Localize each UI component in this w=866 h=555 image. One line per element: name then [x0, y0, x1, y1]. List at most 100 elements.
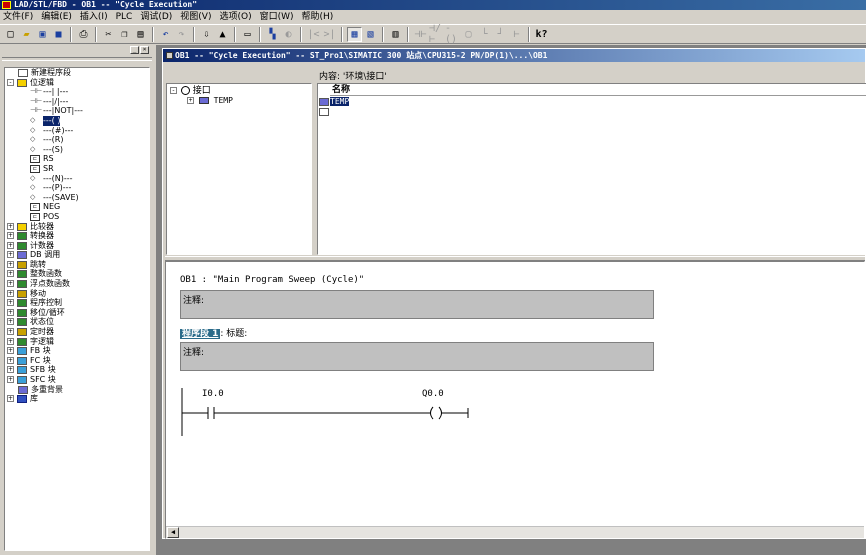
- toggle-icon[interactable]: ◐: [281, 27, 296, 42]
- back-icon[interactable]: |<: [306, 27, 321, 42]
- contact-address[interactable]: I0.0: [202, 389, 224, 399]
- cut-icon[interactable]: ✂: [101, 27, 116, 42]
- network-title[interactable]: : 标题:: [220, 329, 247, 339]
- interface-root[interactable]: - 接口: [170, 86, 211, 96]
- coil-address[interactable]: Q0.0: [422, 389, 444, 399]
- catalog-item[interactable]: ◇ ---(SAVE): [5, 193, 149, 203]
- program-elements-icon[interactable]: ▦: [347, 26, 362, 42]
- expand-icon[interactable]: +: [7, 260, 14, 268]
- expand-icon[interactable]: +: [7, 270, 14, 278]
- catalog-item[interactable]: + DB 调用: [5, 250, 149, 260]
- accessible-nodes-icon[interactable]: ▣: [35, 27, 50, 42]
- table-row[interactable]: [319, 107, 330, 117]
- catalog-item[interactable]: ◇ ---(#)---: [5, 126, 149, 136]
- expand-icon[interactable]: +: [7, 366, 14, 374]
- catalog-item[interactable]: + 状态位: [5, 317, 149, 327]
- branch-open-icon[interactable]: └: [477, 27, 492, 42]
- catalog-tree[interactable]: 新建程序段 - 位逻辑 ⊣⊢ ---| |--- ⊣⊢ ---|/|--- ⊣⊢ ---|NOT…: [4, 67, 150, 551]
- catalog-item[interactable]: ◇ ---(R): [5, 135, 149, 145]
- name-column-header[interactable]: 名称: [330, 85, 866, 96]
- expand-icon[interactable]: +: [7, 337, 14, 345]
- empty-box-icon[interactable]: ▢: [461, 27, 476, 42]
- catalog-item[interactable]: ⊣⊢ ---|/|---: [5, 97, 149, 107]
- branch-close-icon[interactable]: ┘: [493, 27, 508, 42]
- menu-edit[interactable]: 编辑(E): [38, 10, 77, 24]
- expand-icon[interactable]: +: [7, 328, 14, 336]
- table-row[interactable]: TEMP: [319, 97, 350, 107]
- catalog-item[interactable]: + 移位/循环: [5, 308, 149, 318]
- catalog-item[interactable]: 多重背景: [5, 385, 149, 395]
- catalog-item[interactable]: + SFB 块: [5, 365, 149, 375]
- catalog-item[interactable]: + 定时器: [5, 327, 149, 337]
- copy-icon[interactable]: ❐: [117, 27, 132, 42]
- catalog-item[interactable]: + 库: [5, 394, 149, 404]
- catalog-item[interactable]: + FB 块: [5, 346, 149, 356]
- new-network-icon[interactable]: ▥: [388, 27, 403, 42]
- catalog-item[interactable]: ⊏ NEG: [5, 202, 149, 212]
- catalog-item[interactable]: + 整数函数: [5, 269, 149, 279]
- network-label[interactable]: 程序段 1: [180, 329, 221, 339]
- catalog-item[interactable]: ⊏ SR: [5, 164, 149, 174]
- undo-icon[interactable]: ↶: [158, 27, 173, 42]
- open-icon[interactable]: ▰: [19, 27, 34, 42]
- new-icon[interactable]: □: [3, 27, 18, 42]
- connection-icon[interactable]: ⊢: [509, 27, 524, 42]
- catalog-item[interactable]: - 位逻辑: [5, 78, 149, 88]
- catalog-item[interactable]: + 浮点数函数: [5, 279, 149, 289]
- redo-icon[interactable]: ↷: [174, 27, 189, 42]
- collapse-icon[interactable]: -: [170, 87, 177, 94]
- load-icon[interactable]: ⇩: [199, 27, 214, 42]
- expand-icon[interactable]: +: [7, 376, 14, 383]
- catalog-item[interactable]: ◇ ---(S): [5, 145, 149, 155]
- catalog-item[interactable]: + 跳转: [5, 260, 149, 270]
- menu-view[interactable]: 视图(V): [177, 10, 216, 24]
- interface-table[interactable]: 名称 TEMP: [317, 83, 866, 255]
- monitor-icon[interactable]: ▭: [240, 27, 255, 42]
- expand-icon[interactable]: +: [7, 356, 14, 364]
- catalog-item[interactable]: ⊣⊢ ---| |---: [5, 87, 149, 97]
- catalog-item[interactable]: ⊣⊢ ---|NOT|---: [5, 106, 149, 116]
- details-icon[interactable]: ▧: [363, 27, 378, 42]
- catalog-item[interactable]: + 计数器: [5, 241, 149, 251]
- catalog-item[interactable]: + 转换器: [5, 231, 149, 241]
- expand-icon[interactable]: +: [7, 241, 14, 249]
- scroll-left-icon[interactable]: ◀: [167, 527, 179, 538]
- catalog-item[interactable]: ⊏ RS: [5, 154, 149, 164]
- code-editor[interactable]: OB1 : "Main Program Sweep (Cycle)" 注释: 程…: [165, 261, 865, 539]
- menu-options[interactable]: 选项(O): [216, 10, 256, 24]
- catalog-item[interactable]: + 比较器: [5, 222, 149, 232]
- menu-plc[interactable]: PLC: [113, 10, 138, 24]
- menu-help[interactable]: 帮助(H): [299, 10, 339, 24]
- expand-icon[interactable]: +: [7, 308, 14, 316]
- catalog-item[interactable]: + 字逻辑: [5, 337, 149, 347]
- menu-file[interactable]: 文件(F): [0, 10, 38, 24]
- ladder-network[interactable]: I0.0 Q0.0: [180, 384, 660, 444]
- block-title[interactable]: OB1 : "Main Program Sweep (Cycle)": [180, 275, 364, 285]
- collapse-icon[interactable]: -: [7, 78, 14, 86]
- forward-icon[interactable]: >|: [322, 27, 337, 42]
- expand-icon[interactable]: +: [7, 347, 14, 355]
- catalog-item[interactable]: + FC 块: [5, 356, 149, 366]
- catalog-close-icon[interactable]: ×: [140, 46, 149, 54]
- expand-icon[interactable]: +: [7, 280, 14, 288]
- menu-insert[interactable]: 插入(I): [77, 10, 113, 24]
- expand-icon[interactable]: +: [7, 395, 14, 403]
- expand-icon[interactable]: +: [7, 318, 14, 326]
- normally-closed-icon[interactable]: ⊣/⊢: [429, 23, 444, 45]
- catalog-item[interactable]: 新建程序段: [5, 68, 149, 78]
- catalog-item[interactable]: ◇ ---(N)---: [5, 174, 149, 184]
- network-header[interactable]: 程序段 1: 标题:: [180, 326, 247, 339]
- interface-child[interactable]: + TEMP: [187, 96, 233, 106]
- expand-icon[interactable]: +: [7, 222, 14, 230]
- block-comment[interactable]: 注释:: [180, 290, 654, 319]
- catalog-item[interactable]: + 程序控制: [5, 298, 149, 308]
- catalog-restore-icon[interactable]: _: [130, 46, 139, 54]
- normally-open-icon[interactable]: ⊣⊢: [413, 27, 428, 42]
- expand-icon[interactable]: +: [7, 289, 14, 297]
- save-icon[interactable]: ■: [51, 27, 66, 42]
- expand-icon[interactable]: +: [7, 232, 14, 240]
- download-icon[interactable]: ▲: [215, 27, 230, 42]
- help-icon[interactable]: k?: [534, 27, 549, 42]
- interface-tree[interactable]: - 接口 + TEMP: [166, 83, 312, 255]
- catalog-item[interactable]: + 移动: [5, 289, 149, 299]
